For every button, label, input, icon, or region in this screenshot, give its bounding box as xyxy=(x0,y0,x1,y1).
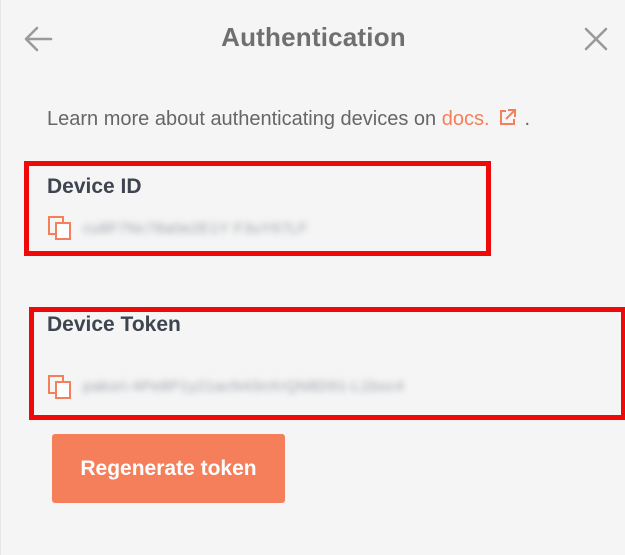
docs-link[interactable]: docs. xyxy=(442,108,517,130)
external-link-icon xyxy=(498,108,517,133)
intro-text: Learn more about authenticating devices … xyxy=(47,108,530,133)
device-id-label: Device ID xyxy=(47,175,142,198)
panel-header: Authentication xyxy=(1,0,625,78)
docs-link-label: docs. xyxy=(441,108,490,130)
intro-trailing: . xyxy=(524,108,531,130)
close-button[interactable] xyxy=(579,22,613,56)
device-token-label: Device Token xyxy=(47,313,181,336)
intro-label: Learn more about authenticating devices … xyxy=(47,108,442,130)
authentication-panel: Authentication Learn more about authenti… xyxy=(0,0,625,555)
copy-icon xyxy=(48,375,71,399)
copy-device-token-button[interactable] xyxy=(47,374,73,400)
copy-device-id-button[interactable] xyxy=(47,215,73,241)
close-icon xyxy=(584,27,608,51)
device-token-value: pakori-4Pe8P1y21acN43nXrQN8D91-L1boc4 xyxy=(83,378,405,395)
device-id-value: cu8F7Nc78a0e2E1Y F3uY67LF xyxy=(83,220,308,237)
regenerate-token-button[interactable]: Regenerate token xyxy=(52,434,285,503)
page-title: Authentication xyxy=(221,22,406,52)
copy-icon xyxy=(48,216,71,240)
